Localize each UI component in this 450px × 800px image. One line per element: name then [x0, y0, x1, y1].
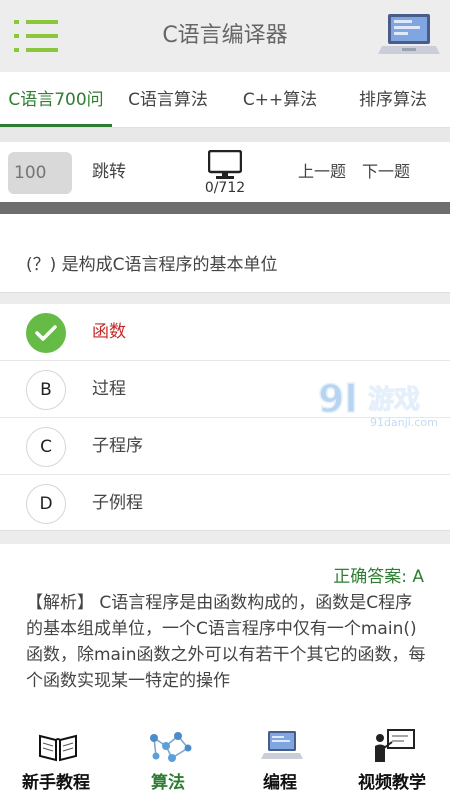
divider	[0, 292, 450, 304]
network-icon	[150, 732, 192, 762]
question-nav: 跳转 0/712 上一题 下一题	[0, 142, 450, 202]
bottom-nav-label: 算法	[151, 773, 185, 793]
bottom-nav-video[interactable]: 视频教学	[336, 722, 448, 800]
question-number-input[interactable]	[8, 152, 72, 194]
bottom-nav-label: 新手教程	[22, 773, 90, 793]
bottom-nav-beginner[interactable]: 新手教程	[0, 722, 112, 800]
laptop-icon[interactable]	[378, 10, 440, 62]
tab-c-algorithm[interactable]: C语言算法	[112, 72, 224, 128]
option-label: 函数	[92, 322, 126, 342]
category-tabs: C语言700问 C语言算法 C++算法 排序算法	[0, 72, 450, 128]
bottom-nav-label: 编程	[263, 773, 297, 793]
bottom-nav-algorithm[interactable]: 算法	[112, 722, 224, 800]
question-progress: 0/712	[204, 180, 246, 196]
correct-answer: 正确答案: A	[333, 567, 424, 587]
next-question-button[interactable]: 下一题	[362, 142, 410, 202]
option-label: 子程序	[92, 436, 143, 456]
option-label: 子例程	[92, 493, 143, 513]
svg-text:9l: 9l	[318, 377, 357, 421]
watermark-logo: 9l 游戏 91danji.com	[317, 376, 438, 429]
app-header: C语言编译器	[0, 0, 450, 72]
laptop-icon	[261, 731, 303, 759]
option-label: 过程	[92, 379, 126, 399]
question-text: (？) 是构成C语言程序的基本单位	[26, 255, 278, 275]
tab-cpp-algorithm[interactable]: C++算法	[224, 72, 336, 128]
divider	[0, 202, 450, 214]
monitor-icon	[208, 150, 242, 179]
svg-text:91danji.com: 91danji.com	[370, 416, 438, 429]
tab-c-700[interactable]: C语言700问	[0, 72, 112, 128]
option-letter: B	[26, 370, 66, 410]
option-a[interactable]: 函数	[0, 304, 450, 361]
bottom-nav-programming[interactable]: 编程	[224, 722, 336, 800]
check-icon	[26, 313, 66, 353]
jump-button[interactable]: 跳转	[92, 142, 126, 202]
svg-text:游戏: 游戏	[368, 385, 420, 415]
previous-question-button[interactable]: 上一题	[298, 142, 346, 202]
bottom-nav-label: 视频教学	[358, 773, 426, 793]
divider	[0, 530, 450, 544]
teacher-icon	[375, 729, 415, 762]
book-icon	[39, 734, 77, 762]
bottom-nav: 新手教程 算法 编程 视频教学	[0, 722, 450, 800]
answer-analysis: 【解析】 C语言程序是由函数构成的，函数是C程序的基本组成单位，一个C语言程序中…	[26, 593, 426, 691]
active-tab-indicator	[0, 124, 112, 127]
tab-sort-algorithm[interactable]: 排序算法	[336, 72, 450, 128]
option-letter: C	[26, 427, 66, 467]
option-d[interactable]: D 子例程	[0, 475, 450, 532]
divider	[0, 128, 450, 142]
option-letter: D	[26, 484, 66, 524]
